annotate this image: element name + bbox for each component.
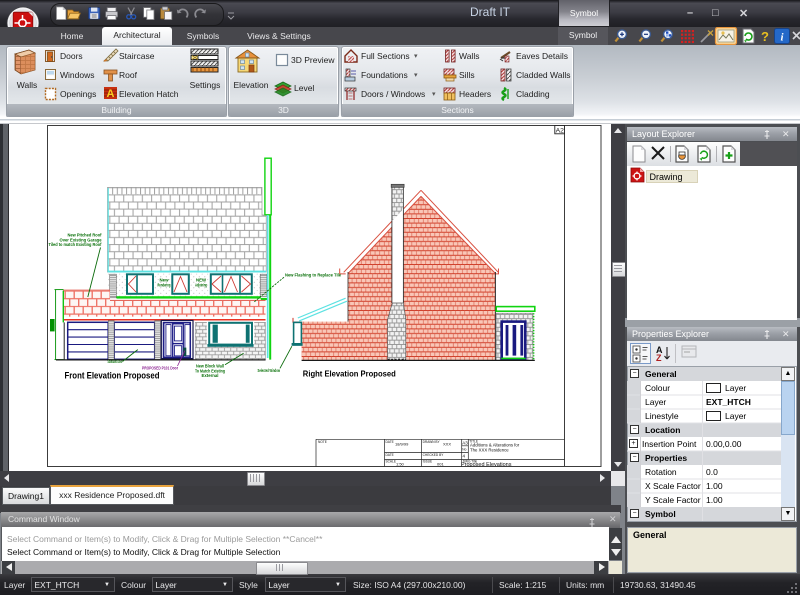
svg-text:The XXX Residence: The XXX Residence (470, 447, 509, 452)
svg-text:Tiled to match Existing Roof: Tiled to match Existing Roof (49, 242, 103, 247)
svg-text:New Flashing to Replace Tile: New Flashing to Replace Tile (285, 272, 342, 277)
svg-text:1:50: 1:50 (396, 462, 405, 467)
svg-text:Adjoining: Adjoining (195, 283, 207, 288)
svg-text:18/9/99: 18/9/99 (395, 442, 409, 447)
svg-text:Rendering: Rendering (158, 283, 171, 288)
svg-text:Z: Z (656, 353, 662, 363)
svg-text:SCALE: SCALE (386, 460, 396, 464)
svg-text:External: External (202, 373, 219, 378)
svg-text:Front Elevation Proposed: Front Elevation Proposed (65, 370, 160, 381)
svg-text:XXX: XXX (443, 442, 451, 447)
svg-text:Proposed Elevations: Proposed Elevations (461, 462, 512, 468)
svg-text:No: No (462, 448, 466, 452)
svg-text:NOTE: NOTE (318, 440, 327, 444)
svg-text:A2: A2 (556, 127, 565, 134)
svg-text:DATE: DATE (386, 453, 394, 457)
svg-text:DATE: DATE (386, 440, 394, 444)
svg-text:ISSUE: ISSUE (423, 460, 433, 464)
svg-text:?: ? (761, 29, 769, 44)
svg-text:001: 001 (437, 462, 444, 467)
svg-text:Standard Door: Standard Door (108, 359, 123, 364)
svg-text:DRAWN BY: DRAWN BY (423, 440, 441, 444)
svg-text:CHECKED BY: CHECKED BY (423, 453, 445, 457)
svg-text:Selected Window: Selected Window (258, 368, 281, 373)
svg-text:A: A (107, 88, 115, 100)
svg-text:A3: A3 (462, 441, 468, 446)
svg-text:Right Elevation Proposed: Right Elevation Proposed (303, 369, 396, 379)
